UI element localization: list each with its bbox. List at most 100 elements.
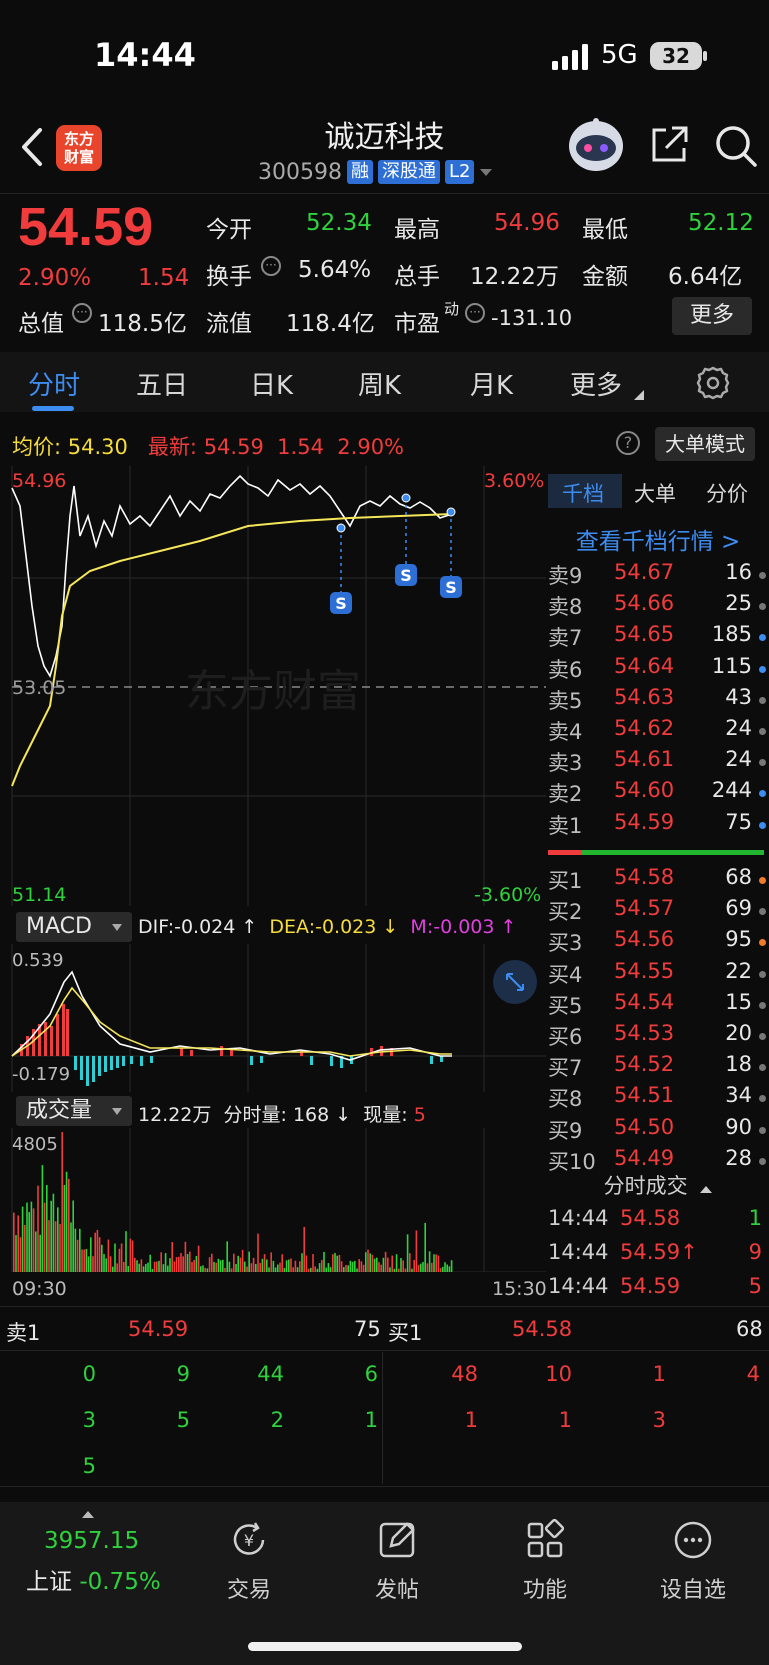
avg-label: 均价: xyxy=(12,435,62,459)
volume-bar xyxy=(125,1231,127,1272)
macd-chart[interactable] xyxy=(0,944,546,1092)
tab-thousand-level[interactable]: 千档 xyxy=(562,478,604,508)
volume-bar xyxy=(334,1252,336,1272)
help-icon[interactable]: ? xyxy=(616,431,640,455)
volume-bar xyxy=(131,1240,134,1272)
nav-watchlist-label: 设自选 xyxy=(659,1578,726,1603)
index-change: -0.75% xyxy=(79,1569,161,1595)
volume-bar xyxy=(228,1261,231,1272)
tab-monthly-k[interactable]: 月K xyxy=(470,365,513,402)
view-depth-link[interactable]: 查看千档行情 > xyxy=(548,522,768,556)
bid-row[interactable]: 买4 54.55 22 xyxy=(548,959,766,990)
volume-bar xyxy=(43,1202,46,1272)
bid-row[interactable]: 买8 54.51 34 xyxy=(548,1083,766,1114)
bid-row[interactable]: 买1 54.58 68 xyxy=(548,865,766,896)
tab-price-split[interactable]: 分价 xyxy=(706,478,748,508)
volume-bar xyxy=(65,1171,68,1272)
ask-level-label: 卖5 xyxy=(548,688,583,713)
volume-bar xyxy=(338,1254,341,1272)
bid-row[interactable]: 买6 54.53 20 xyxy=(548,1021,766,1052)
tab-daily-k[interactable]: 日K xyxy=(250,365,293,402)
share-icon[interactable] xyxy=(648,124,690,166)
nav-post[interactable]: 发帖 xyxy=(347,1518,447,1604)
ask-row[interactable]: 卖4 54.62 24 xyxy=(548,716,766,747)
bid-level-label: 买3 xyxy=(548,931,583,956)
volume-bar xyxy=(384,1251,387,1272)
ask-row[interactable]: 卖9 54.67 16 xyxy=(548,560,766,591)
volume-bar xyxy=(312,1254,314,1272)
bid-row[interactable]: 买5 54.54 15 xyxy=(548,990,766,1021)
current-volume-label: 现量: xyxy=(363,1104,408,1126)
trade-ticks-title[interactable]: 分时成交 xyxy=(548,1170,768,1200)
ask-row[interactable]: 卖1 54.59 75 xyxy=(548,810,766,841)
volume-bar xyxy=(54,1221,57,1272)
nav-post-label: 发帖 xyxy=(374,1578,419,1603)
order-marker-dot xyxy=(759,634,766,642)
robot-assistant-icon[interactable] xyxy=(566,116,626,174)
volume-chart[interactable] xyxy=(0,1128,546,1272)
tab-more[interactable]: 更多 xyxy=(570,365,622,402)
high-value: 54.96 xyxy=(494,210,560,236)
intraday-price-chart[interactable]: 东方财富 S S S xyxy=(0,466,546,906)
volume-indicator-select[interactable]: 成交量 xyxy=(16,1096,132,1126)
index-value[interactable]: 3957.15 xyxy=(44,1528,139,1554)
avg-value: 54.30 xyxy=(67,435,128,459)
change-amount: 1.54 xyxy=(138,265,190,291)
ask-row[interactable]: 卖5 54.63 43 xyxy=(548,685,766,716)
bid-row[interactable]: 买9 54.50 90 xyxy=(548,1115,766,1146)
ask-row[interactable]: 卖6 54.64 115 xyxy=(548,654,766,685)
nav-watchlist[interactable]: 设自选 xyxy=(643,1518,743,1604)
ask-row[interactable]: 卖8 54.66 25 xyxy=(548,591,766,622)
more-info-icon[interactable]: ··· xyxy=(72,303,92,323)
volume-bar xyxy=(208,1257,211,1272)
macd-indicator-select[interactable]: MACD xyxy=(16,912,132,942)
volume-bar xyxy=(444,1262,446,1272)
home-indicator[interactable] xyxy=(248,1642,522,1651)
ask-row[interactable]: 卖3 54.61 24 xyxy=(548,747,766,778)
more-info-icon[interactable]: ··· xyxy=(465,303,485,323)
volume-bar xyxy=(400,1258,402,1272)
volume-bar xyxy=(362,1264,365,1272)
gear-icon[interactable] xyxy=(696,366,730,400)
ask-level-label: 卖3 xyxy=(548,751,583,776)
sell-queue-item: 44 xyxy=(257,1362,284,1386)
volume-bar xyxy=(39,1234,41,1272)
queue-divider xyxy=(0,1306,769,1307)
latest-change: 1.54 xyxy=(277,435,324,459)
big-order-mode-button[interactable]: 大单模式 xyxy=(655,427,755,461)
bid-row[interactable]: 买3 54.56 95 xyxy=(548,927,766,958)
order-marker-dot xyxy=(759,1064,766,1072)
nav-functions[interactable]: 功能 xyxy=(495,1518,595,1604)
volume-bar xyxy=(180,1253,182,1272)
trade-tick-row: 14:44 54.59 5 xyxy=(548,1274,766,1305)
volume-bar xyxy=(281,1254,283,1272)
tab-five-day[interactable]: 五日 xyxy=(136,365,188,402)
volume-bar xyxy=(424,1222,426,1272)
expand-chart-button[interactable] xyxy=(493,960,537,1004)
stock-code-row[interactable]: 300598 融 深股通 L2 xyxy=(258,158,493,186)
ask-price: 54.62 xyxy=(614,716,675,740)
volume-bar xyxy=(431,1262,433,1272)
volume-bar xyxy=(206,1268,209,1272)
tab-weekly-k[interactable]: 周K xyxy=(358,365,401,402)
volume-bar xyxy=(134,1257,136,1272)
bid-price: 54.57 xyxy=(614,896,675,921)
ask-row[interactable]: 卖2 54.60 244 xyxy=(548,778,766,809)
tab-intraday[interactable]: 分时 xyxy=(28,365,80,402)
signal-label: S xyxy=(335,594,347,613)
tab-big-order[interactable]: 大单 xyxy=(634,478,676,508)
nav-trade[interactable]: ¥ 交易 xyxy=(199,1518,299,1604)
ask-row[interactable]: 卖7 54.65 185 xyxy=(548,622,766,653)
volume-bar xyxy=(189,1251,191,1272)
queue-sell-label: 卖1 xyxy=(6,1321,41,1345)
more-button[interactable]: 更多 xyxy=(672,297,752,335)
volume-bar xyxy=(153,1261,156,1272)
queue-sell-price: 54.59 xyxy=(128,1317,189,1341)
volume-bar xyxy=(74,1228,77,1272)
low-value: 52.12 xyxy=(688,210,754,236)
search-icon[interactable] xyxy=(714,124,758,168)
bid-row[interactable]: 买7 54.52 18 xyxy=(548,1052,766,1083)
more-info-icon[interactable]: ··· xyxy=(261,256,281,276)
bid-row[interactable]: 买2 54.57 69 xyxy=(548,896,766,927)
index-ticker[interactable]: 上证 -0.75% xyxy=(26,1562,161,1596)
